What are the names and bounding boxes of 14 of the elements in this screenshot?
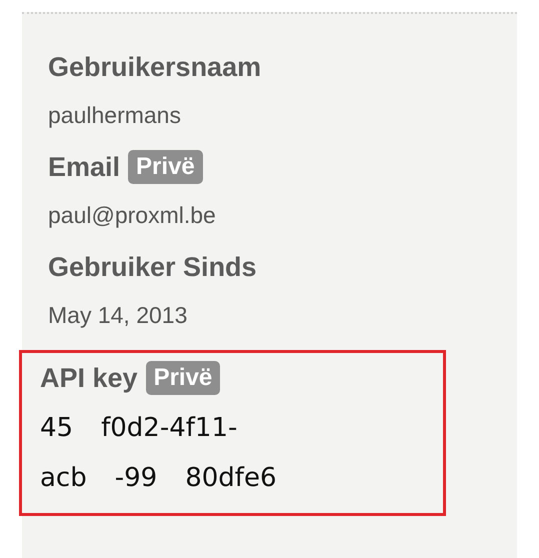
field-value: paul@proxml.be <box>48 201 217 230</box>
field-label: Gebruiker Sinds <box>48 251 257 284</box>
private-badge: Privë <box>146 361 220 395</box>
private-badge: Privë <box>128 150 203 184</box>
field-value: paulhermans <box>48 101 182 130</box>
api-key-fragment: acb <box>40 462 87 495</box>
field-label: Gebruikersnaam <box>48 51 262 84</box>
api-key-fragment: 45 <box>40 412 74 445</box>
api-key-fragment: -99 <box>114 462 158 495</box>
api-key-fragment: f0d2-4f11- <box>101 412 238 445</box>
api-key-fragment: 80dfe6 <box>185 462 276 495</box>
field-label: API key <box>40 362 138 395</box>
field-value: May 14, 2013 <box>48 301 188 330</box>
field-label: Email <box>48 151 120 184</box>
